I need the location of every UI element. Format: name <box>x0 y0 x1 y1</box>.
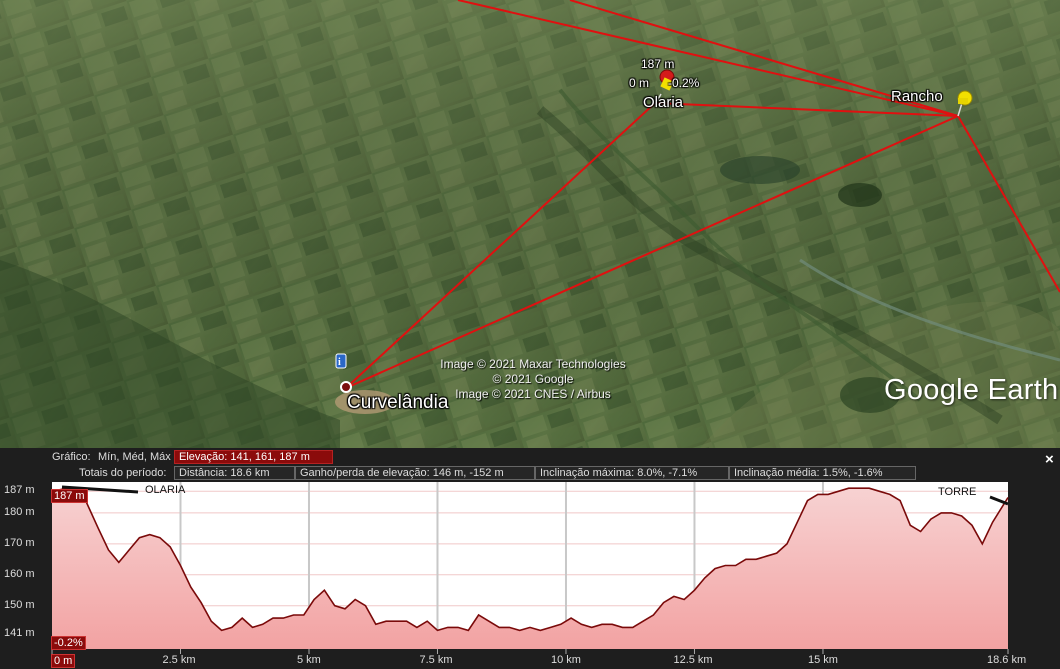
y-tick-label: 150 m <box>4 598 35 611</box>
curvelandia-marker <box>340 381 352 393</box>
elevation-chart[interactable] <box>0 480 1060 669</box>
pin-distance-readout: 0 m <box>629 76 650 90</box>
x-tick-label: 2.5 km <box>162 654 196 666</box>
place-label-olaria[interactable]: Olaria <box>643 94 683 111</box>
credit-line: Image © 2021 CNES / Airbus <box>455 387 611 401</box>
distance-box[interactable]: Distância: 18.6 km <box>174 466 295 480</box>
max-slope-box[interactable]: Inclinação máxima: 8.0%, -7.1% <box>535 466 729 480</box>
x-tick-label: 7.5 km <box>419 654 453 666</box>
x-tick-label: 10 km <box>550 654 581 666</box>
cursor-slope-tag: -0.2% <box>51 636 86 650</box>
annotation-olaria: OLARIA <box>145 484 186 496</box>
y-tick-label: 160 m <box>4 567 35 580</box>
svg-text:i: i <box>338 357 341 368</box>
annotation-torre: TORRE <box>938 486 977 498</box>
close-button[interactable]: × <box>1045 451 1054 468</box>
x-tick-label: 5 km <box>296 654 321 666</box>
y-tick-label: 180 m <box>4 505 35 518</box>
credit-line: Image © 2021 Maxar Technologies <box>440 357 626 371</box>
place-label-rancho[interactable]: Rancho <box>891 88 943 105</box>
graph-row: Gráfico: Mín, Méd, Máx Elevação: 141, 16… <box>52 450 352 465</box>
graph-label: Gráfico: <box>52 451 91 463</box>
avg-slope-box[interactable]: Inclinação média: 1.5%, -1.6% <box>729 466 916 480</box>
x-tick-label: 15 km <box>807 654 838 666</box>
y-tick-label: 141 m <box>4 626 35 639</box>
pin-elevation-readout: 187 m <box>641 57 675 71</box>
gain-loss-box[interactable]: Ganho/perda de elevação: 146 m, -152 m <box>295 466 535 480</box>
pin-slope-readout: -0.2% <box>668 76 700 90</box>
graph-options[interactable]: Mín, Méd, Máx <box>98 450 171 465</box>
google-earth-logo: Google Earth <box>884 374 1059 406</box>
cursor-distance-tag: 0 m <box>51 654 76 668</box>
earth-view[interactable]: i 187 m 0 m -0.2% Olaria Rancho Curvelân… <box>0 0 1060 448</box>
totals-label: Totais do período: <box>79 467 167 479</box>
x-tick-label: 18.6 km <box>987 654 1027 666</box>
cursor-elevation-tag: 187 m <box>51 489 88 503</box>
imagery-credits: Image © 2021 Maxar Technologies © 2021 G… <box>418 357 648 402</box>
y-tick-label: 187 m <box>4 484 35 497</box>
y-tick-label: 170 m <box>4 536 35 549</box>
credit-line: © 2021 Google <box>492 372 574 386</box>
x-tick-label: 12.5 km <box>673 654 713 666</box>
totals-row: Totais do período: Distância: 18.6 km Ga… <box>0 466 1060 481</box>
elevation-stat-box[interactable]: Elevação: 141, 161, 187 m <box>174 450 333 464</box>
